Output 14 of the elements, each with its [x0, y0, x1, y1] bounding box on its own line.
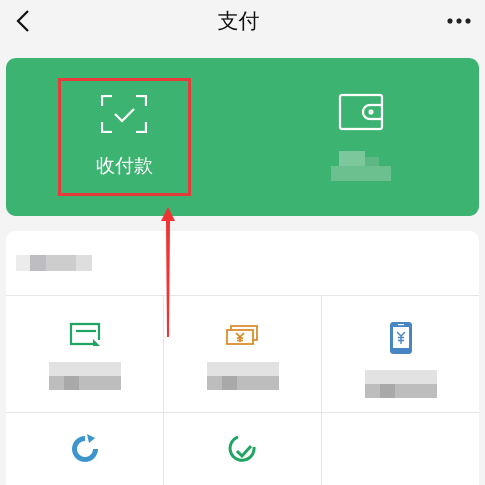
phone-icon[interactable]	[390, 322, 412, 354]
wallet-icon	[338, 93, 384, 131]
more-icon[interactable]	[447, 18, 471, 24]
page-title: 支付	[218, 8, 260, 35]
back-icon[interactable]	[16, 9, 30, 33]
check-circle-icon[interactable]	[228, 433, 258, 465]
card-icon[interactable]	[68, 322, 100, 346]
blurred-label-drawing	[48, 362, 120, 390]
blurred-label-drawing	[364, 370, 436, 398]
money-icon[interactable]	[224, 322, 260, 346]
blurred-label-drawing	[206, 362, 278, 390]
scan-icon	[101, 95, 148, 133]
payment-tile[interactable]: 收付款	[58, 78, 190, 196]
tile-label: 收付款	[96, 154, 153, 179]
